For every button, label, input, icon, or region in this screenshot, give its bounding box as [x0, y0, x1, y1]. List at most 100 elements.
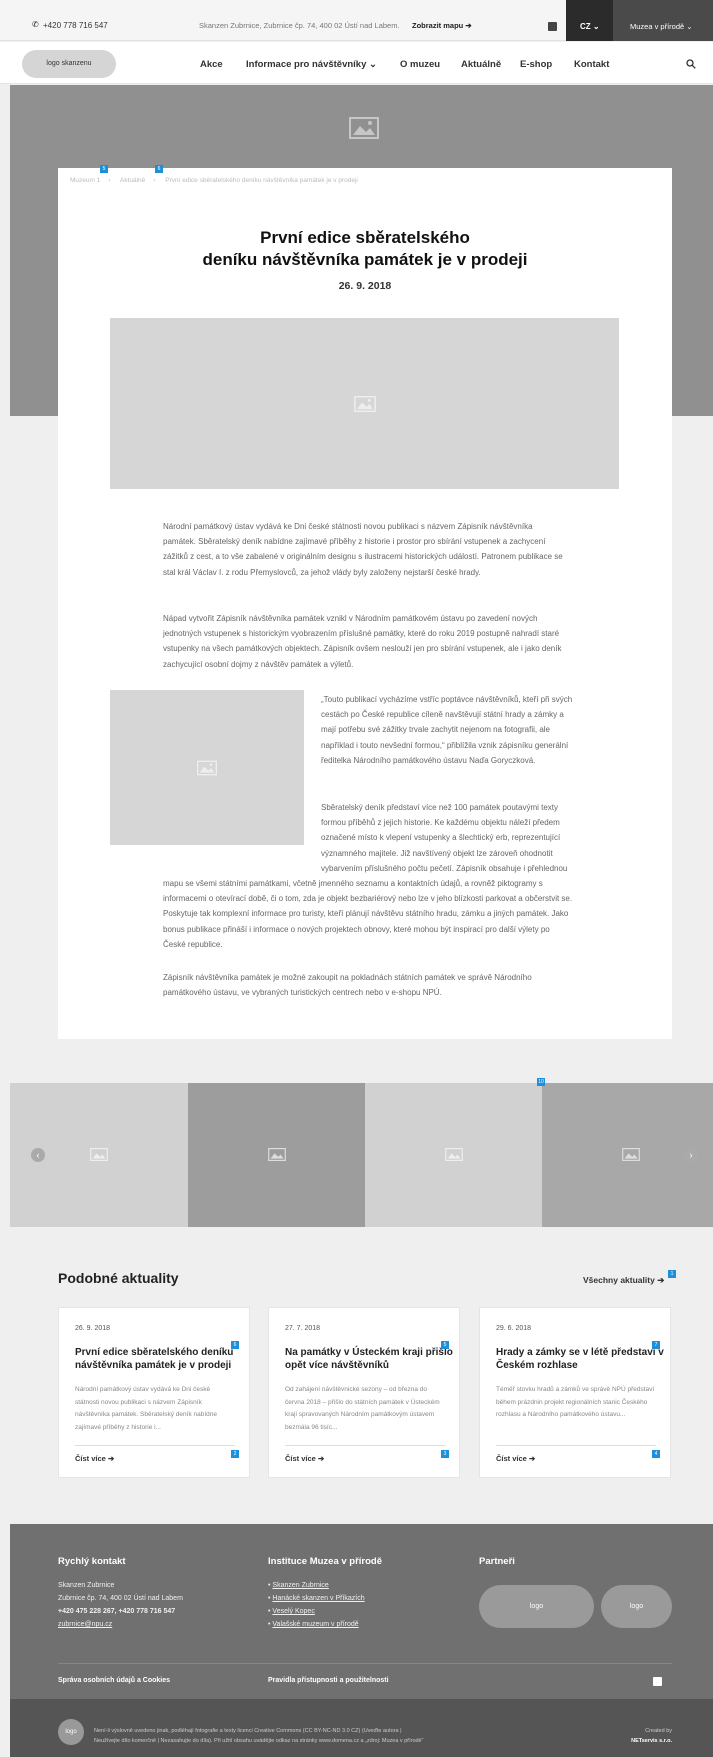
arrow-right-icon: ➔: [107, 1454, 115, 1463]
divider: [285, 1445, 445, 1446]
institution-link[interactable]: Valašské muzeum v přírodě: [272, 1621, 358, 1628]
contact-line: Zubrnice čp. 74, 400 02 Ústí nad Labem: [58, 1595, 183, 1602]
nav-item-eshop[interactable]: E-shop: [520, 59, 552, 70]
partner-logo[interactable]: logo: [479, 1585, 594, 1628]
chevron-right-icon: ›: [108, 177, 111, 184]
institution-link[interactable]: Skanzen Zubrnice: [272, 1582, 328, 1589]
news-title[interactable]: Hrady a zámky se v létě představí v Česk…: [496, 1346, 664, 1372]
image-placeholder-icon: [349, 117, 379, 139]
annotation-badge: 7: [652, 1341, 660, 1349]
chevron-down-icon: ⌄: [592, 22, 600, 31]
annotation-badge: 1: [668, 1270, 676, 1278]
arrow-right-icon: ➔: [657, 1275, 665, 1285]
news-title[interactable]: První edice sběratelského deníku návštěv…: [75, 1346, 243, 1372]
all-news-link[interactable]: Všechny aktuality ➔: [583, 1275, 664, 1286]
search-icon[interactable]: [686, 59, 696, 69]
institution-link[interactable]: Hanácké skanzen v Příkazích: [272, 1595, 364, 1602]
breadcrumb-current: První edice sběratelského deníku návštěv…: [165, 177, 358, 184]
chevron-right-icon: ›: [153, 177, 156, 184]
read-more-link[interactable]: Číst více ➔: [75, 1454, 114, 1463]
muzea-dropdown[interactable]: Muzea v přírodě ⌄: [613, 0, 713, 41]
news-excerpt: Národní památkový ústav vydává ke Dni če…: [75, 1386, 218, 1431]
news-date: 29. 6. 2018: [496, 1325, 532, 1332]
article-main-image: [110, 318, 619, 489]
nav-item-o-muzeu[interactable]: O muzeu: [400, 59, 440, 70]
language-select[interactable]: CZ ⌄: [566, 0, 613, 41]
float-spacer: [163, 800, 321, 861]
slider-prev-arrow-icon[interactable]: ‹: [31, 1148, 45, 1162]
related-news-title: Podobné aktuality: [58, 1270, 179, 1286]
accessibility-link[interactable]: Pravidla přístupnosti a použitelnosti: [268, 1677, 389, 1684]
facebook-icon[interactable]: [653, 1677, 662, 1686]
article-paragraph: Nápad vytvořit Zápisník návštěvníka pamá…: [163, 614, 562, 669]
news-card[interactable]: 29. 6. 2018 Hrady a zámky se v létě před…: [479, 1307, 671, 1478]
institution-link[interactable]: Veselý Kopec: [272, 1608, 314, 1615]
main-navigation: logo skanzenu Akce Informace pro návštěv…: [0, 42, 713, 84]
annotation-badge: 5: [100, 165, 108, 173]
annotation-badge: 2: [231, 1450, 239, 1458]
show-map-link[interactable]: Zobrazit mapu ➔: [412, 21, 472, 30]
annotation-badge: 6: [155, 165, 163, 173]
top-phone[interactable]: +420 778 716 547: [43, 21, 108, 30]
annotation-badge: 6: [231, 1341, 239, 1349]
nav-item-informace[interactable]: Informace pro návštěvníky ⌄: [246, 59, 377, 70]
footer-logo: logo: [58, 1719, 84, 1745]
chevron-down-icon: ⌄: [369, 59, 377, 70]
nav-item-aktualne[interactable]: Aktuálně: [461, 59, 501, 70]
license-text: Není-li výslovně uvedeno jinak, podléhaj…: [94, 1728, 424, 1744]
image-placeholder-icon: [197, 760, 217, 775]
gallery-slide[interactable]: [188, 1083, 365, 1227]
image-placeholder-icon: [268, 1148, 286, 1161]
footer-partners-title: Partneři: [479, 1556, 515, 1567]
news-excerpt: Téměř stovku hradů a zámků ve správě NPÚ…: [496, 1386, 655, 1418]
footer-contact: Skanzen Zubrnice Zubrnice čp. 74, 400 02…: [58, 1579, 183, 1631]
read-more-link[interactable]: Číst více ➔: [285, 1454, 324, 1463]
created-by-company[interactable]: NETservis s.r.o.: [610, 1736, 672, 1746]
top-address: Skanzen Zubrnice, Zubrnice čp. 74, 400 0…: [199, 21, 400, 30]
gallery-slide[interactable]: [365, 1083, 542, 1227]
partner-logo[interactable]: logo: [601, 1585, 672, 1628]
image-placeholder-icon: [445, 1148, 463, 1161]
arrow-right-icon: ➔: [528, 1454, 536, 1463]
arrow-right-icon: ➔: [317, 1454, 325, 1463]
divider: [496, 1445, 656, 1446]
news-date: 26. 9. 2018: [75, 1325, 111, 1332]
privacy-link[interactable]: Správa osobních údajů a Cookies: [58, 1677, 170, 1684]
footer-institutions-title: Instituce Muzea v přírodě: [268, 1556, 383, 1567]
breadcrumb-item[interactable]: Muzeum 1: [70, 177, 100, 184]
news-card[interactable]: 27. 7. 2018 Na památky v Ústeckém kraji …: [268, 1307, 460, 1478]
image-placeholder-icon: [353, 395, 376, 412]
breadcrumb-item[interactable]: Aktuálně: [120, 177, 145, 184]
site-logo[interactable]: logo skanzenu: [22, 50, 116, 78]
image-placeholder-icon: [622, 1148, 640, 1161]
annotation-badge: 5: [441, 1341, 449, 1349]
footer-divider: [58, 1663, 672, 1664]
news-card[interactable]: 26. 9. 2018 První edice sběratelského de…: [58, 1307, 250, 1478]
annotation-badge: 10: [537, 1078, 545, 1086]
facebook-icon[interactable]: [548, 22, 557, 31]
footer-institutions: • Skanzen Zubrnice • Hanácké skanzen v P…: [268, 1582, 365, 1628]
breadcrumb: Muzeum 1 › Aktuálně › První edice sběratel…: [70, 177, 366, 184]
gallery-slider: [10, 1083, 713, 1227]
chevron-down-icon: ⌄: [686, 22, 693, 31]
annotation-badge: 4: [652, 1450, 660, 1458]
image-placeholder-icon: [90, 1148, 108, 1161]
slider-next-arrow-icon[interactable]: ›: [684, 1148, 698, 1162]
top-bar: ✆ +420 778 716 547 Skanzen Zubrnice, Zub…: [0, 0, 713, 41]
article-paragraph-wrap: Sběratelský deník představí více než 100…: [163, 800, 573, 952]
arrow-right-icon: ➔: [465, 21, 472, 30]
article-quote: „Touto publikací vycházíme vstříc poptáv…: [321, 695, 573, 765]
read-more-link[interactable]: Číst více ➔: [496, 1454, 535, 1463]
article-paragraph: Národní památkový ústav vydává ke Dni če…: [163, 522, 563, 577]
nav-item-kontakt[interactable]: Kontakt: [574, 59, 609, 70]
contact-line: Skanzen Zubrnice: [58, 1582, 115, 1589]
phone-icon: ✆: [32, 20, 39, 29]
contact-phones[interactable]: +420 475 228 267, +420 778 716 547: [58, 1605, 183, 1618]
contact-email-link[interactable]: zubrnice@npu.cz: [58, 1618, 183, 1631]
article-date: 26. 9. 2018: [338, 280, 392, 292]
nav-item-akce[interactable]: Akce: [200, 59, 223, 70]
footer-contact-title: Rychlý kontakt: [58, 1556, 126, 1567]
news-title[interactable]: Na památky v Ústeckém kraji přišlo opět …: [285, 1346, 453, 1372]
news-excerpt: Od zahájení návštěvnické sezony – od bře…: [285, 1386, 440, 1431]
article-paragraph: Zápisník návštěvníka památek je možné za…: [163, 973, 532, 998]
